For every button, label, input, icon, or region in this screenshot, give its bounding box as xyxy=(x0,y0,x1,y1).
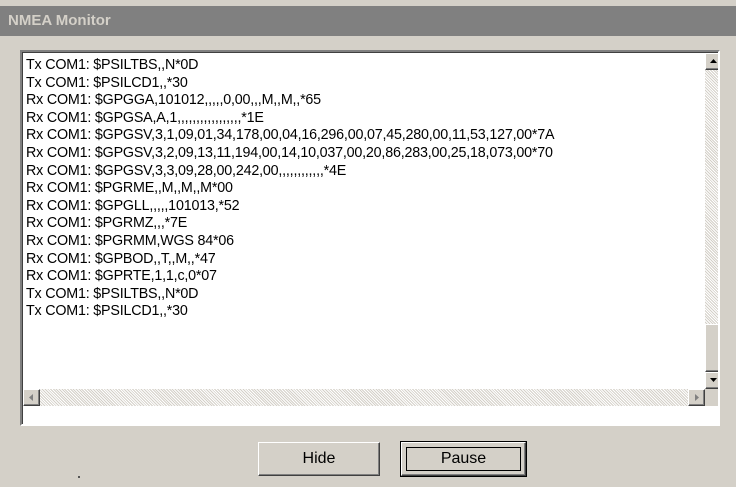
title-bar[interactable]: NMEA Monitor xyxy=(0,6,736,36)
scroll-left-button[interactable] xyxy=(23,389,40,406)
window-title: NMEA Monitor xyxy=(8,12,111,29)
nmea-log-lines: Tx COM1: $PSILTBS,,N*0D Tx COM1: $PSILCD… xyxy=(26,57,702,392)
log-line: Rx COM1: $PGRME,,M,,M,,M*00 xyxy=(26,180,233,197)
log-line: Rx COM1: $PGRMZ,,,*7E xyxy=(26,215,188,232)
vertical-scroll-thumb[interactable] xyxy=(705,324,718,372)
log-line: Rx COM1: $GPGSV,3,1,09,01,34,178,00,04,1… xyxy=(26,127,555,144)
focus-rectangle xyxy=(406,447,521,471)
horizontal-scrollbar[interactable] xyxy=(23,389,705,406)
log-line: Tx COM1: $PSILCD1,,*30 xyxy=(26,74,188,91)
log-line: Rx COM1: $GPGLL,,,,,101013,*52 xyxy=(26,197,240,214)
pause-button[interactable]: Pause xyxy=(400,441,527,477)
log-line: Tx COM1: $PSILTBS,,N*0D xyxy=(26,57,199,73)
log-line: Rx COM1: $GPRTE,1,1,c,0*07 xyxy=(26,268,217,285)
arrow-left-icon xyxy=(29,394,33,401)
log-line: Rx COM1: $GPGSV,3,3,09,28,00,242,00,,,,,… xyxy=(26,162,347,179)
arrow-up-icon xyxy=(710,59,717,63)
arrow-right-icon xyxy=(695,394,699,401)
hide-button[interactable]: Hide xyxy=(258,442,380,476)
scroll-right-button[interactable] xyxy=(688,389,705,406)
log-line: Rx COM1: $GPBOD,,T,,M,,*47 xyxy=(26,250,216,267)
scrollbar-corner xyxy=(705,389,718,406)
log-line: Tx COM1: $PSILTBS,,N*0D xyxy=(26,285,199,302)
log-line: Rx COM1: $GPGGA,101012,,,,,0,00,,,M,,M,,… xyxy=(26,92,321,109)
stray-dot xyxy=(78,476,80,478)
log-line: Rx COM1: $GPGSV,3,2,09,13,11,194,00,14,1… xyxy=(26,144,553,161)
log-line: Rx COM1: $PGRMM,WGS 84*06 xyxy=(26,232,234,249)
log-line: Tx COM1: $PSILCD1,,*30 xyxy=(26,303,188,320)
scroll-up-button[interactable] xyxy=(705,53,718,70)
nmea-log-panel[interactable]: Tx COM1: $PSILTBS,,N*0D Tx COM1: $PSILCD… xyxy=(20,50,720,426)
scroll-down-button[interactable] xyxy=(705,372,718,389)
log-line: Rx COM1: $GPGSA,A,1,,,,,,,,,,,,,,,,,*1E xyxy=(26,109,264,126)
arrow-down-icon xyxy=(710,378,717,382)
